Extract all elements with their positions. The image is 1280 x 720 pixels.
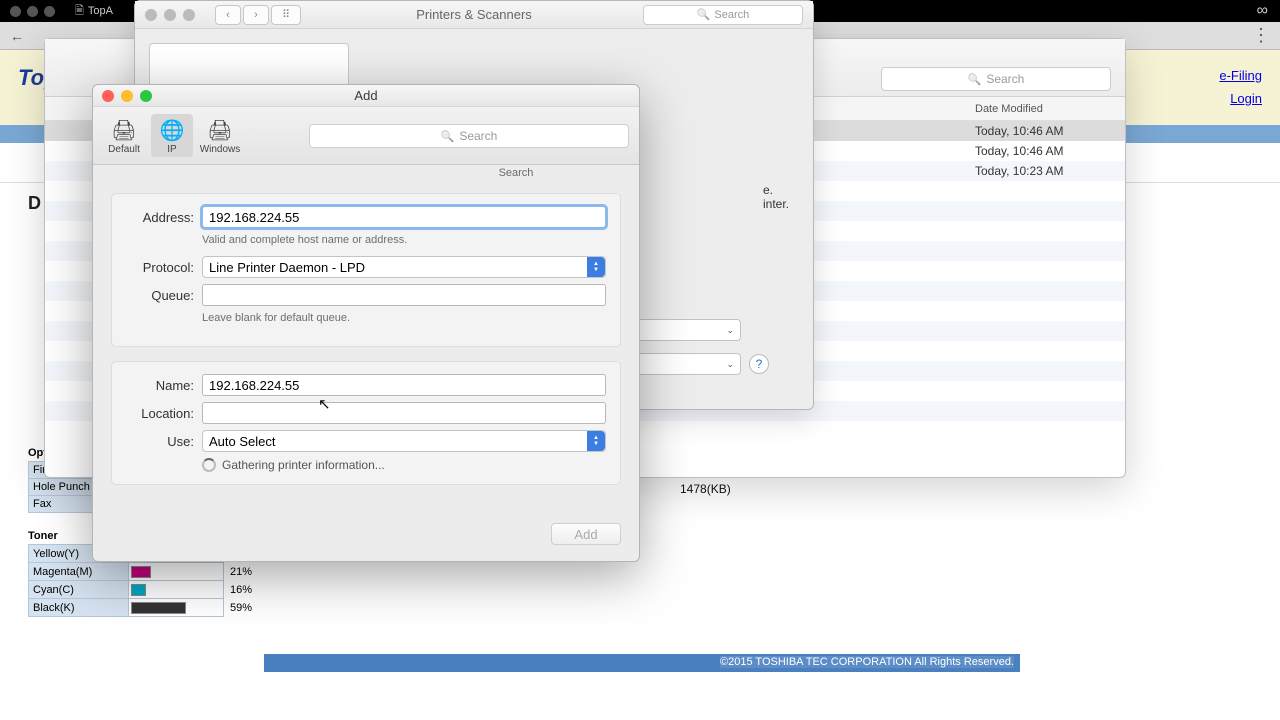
toner-row: Magenta(M)21% [29, 563, 257, 581]
queue-label: Queue: [126, 288, 194, 303]
page-footer: ©2015 TOSHIBA TEC CORPORATION All Rights… [264, 654, 1020, 672]
search-label: Search [93, 165, 639, 179]
toner-row: Black(K)59% [29, 599, 257, 617]
search-icon [697, 8, 711, 21]
use-select[interactable]: Auto Select [202, 430, 606, 452]
location-input[interactable] [202, 402, 606, 424]
page-icon: 🗎 [75, 2, 84, 21]
use-label: Use: [126, 434, 194, 449]
search-icon [441, 129, 455, 143]
finder-search[interactable]: Search [881, 67, 1111, 91]
address-label: Address: [126, 210, 194, 225]
back-button[interactable]: ← [10, 28, 24, 44]
printer-windows-icon: 🖨 [205, 116, 235, 144]
efiling-link[interactable]: e-Filing [1219, 68, 1262, 83]
total-size: 1478(KB) [680, 482, 731, 496]
toolbar-ip[interactable]: 🌐 IP [151, 114, 193, 157]
add-window-title: Add [93, 88, 639, 103]
browser-tab[interactable]: 🗎 TopA [75, 2, 113, 21]
add-printer-window: Add 🖨 Default 🌐 IP 🖨 Windows Search Sear… [92, 84, 640, 562]
toolbar-search[interactable]: Search [309, 124, 629, 148]
browser-menu-icon[interactable]: ⋮ [1252, 25, 1270, 46]
tab-title: TopA [88, 5, 113, 17]
printer-default-icon: 🖨 [109, 116, 139, 144]
spinner-icon [202, 458, 216, 472]
queue-hint: Leave blank for default queue. [202, 312, 606, 324]
window-controls [10, 6, 55, 17]
menubar-right-icon: ∞ [1257, 2, 1270, 20]
prefs-search[interactable]: Search [643, 5, 803, 25]
device-heading: D [28, 193, 41, 214]
queue-input[interactable] [202, 284, 606, 306]
column-date-modified[interactable]: Date Modified [975, 103, 1125, 115]
toolbar-default[interactable]: 🖨 Default [103, 116, 145, 155]
globe-icon: 🌐 [157, 116, 187, 144]
add-button[interactable]: Add [551, 523, 621, 545]
location-label: Location: [126, 406, 194, 421]
login-link[interactable]: Login [1219, 91, 1262, 106]
help-button[interactable]: ? [749, 354, 769, 374]
search-icon [968, 72, 982, 86]
prefs-hint-text: e. inter. [763, 183, 789, 211]
protocol-label: Protocol: [126, 260, 194, 275]
protocol-select[interactable]: Line Printer Daemon - LPD [202, 256, 606, 278]
name-input[interactable] [202, 374, 606, 396]
gathering-status: Gathering printer information... [202, 458, 606, 472]
address-hint: Valid and complete host name or address. [202, 234, 606, 246]
address-input[interactable] [202, 206, 606, 228]
name-label: Name: [126, 378, 194, 393]
toolbar-windows[interactable]: 🖨 Windows [199, 116, 241, 155]
toner-row: Cyan(C)16% [29, 581, 257, 599]
